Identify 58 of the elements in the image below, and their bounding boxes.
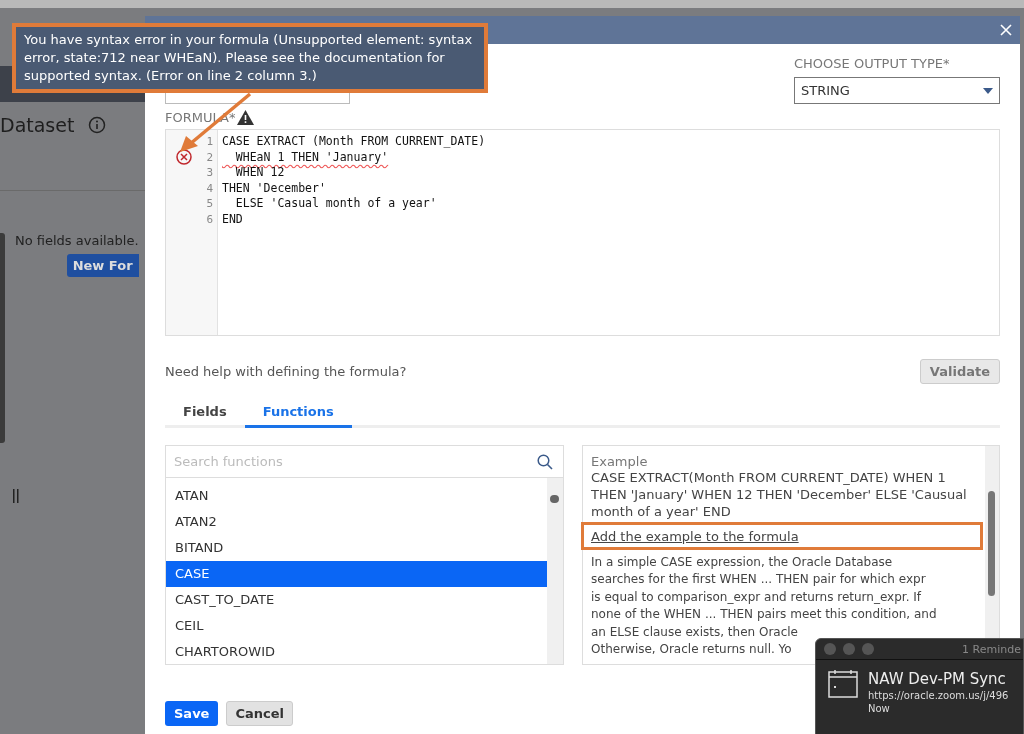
line-number: 4 bbox=[206, 181, 213, 195]
line-number: 1 bbox=[206, 135, 213, 149]
code-line: WHEN 12 bbox=[234, 165, 286, 181]
function-item[interactable]: CAST_TO_DATE bbox=[166, 587, 547, 613]
tab[interactable]: Functions bbox=[244, 398, 352, 428]
cancel-button[interactable]: Cancel bbox=[226, 701, 293, 726]
line-number: 5 bbox=[206, 197, 213, 211]
code-line: THEN 'December' bbox=[222, 180, 327, 196]
function-item[interactable]: BITAND bbox=[166, 535, 547, 561]
function-item[interactable]: ATAN bbox=[166, 483, 547, 509]
scrollbar[interactable] bbox=[547, 478, 563, 664]
example-label: Example bbox=[591, 454, 649, 469]
error-tooltip: You have syntax error in your formula (Unsupported element: syntax error, state:712 near WHEaN). Please see the documentation for supported syntax. (Error on line 2 column 3.) bbox=[12, 23, 488, 93]
function-item[interactable]: ATAN2 bbox=[166, 509, 547, 535]
caret-icon bbox=[983, 87, 993, 94]
output-type-label: CHOOSE OUTPUT TYPE* bbox=[794, 56, 951, 71]
description-line: In a simple CASE expression, the Oracle Database bbox=[591, 554, 893, 571]
description-line: an ELSE clause exists, then Oracle bbox=[591, 623, 798, 641]
search-icon[interactable] bbox=[537, 453, 553, 470]
formula-editor[interactable]: 1 2 3 4 5 6 CASE EXTRACT (Month FROM CURRENT_DATE) WHEaN 1 THEN 'January' WHEN 12 THEN 'December' ELSE 'Casual month of a year' END bbox=[165, 129, 1000, 336]
code-line: ELSE 'Casual month of a year' bbox=[234, 196, 438, 212]
scrollbar-thumb[interactable] bbox=[988, 491, 995, 596]
empty-message: No fields available. bbox=[15, 233, 139, 248]
event-title: NAW Dev-PM Sync bbox=[868, 670, 1007, 688]
line-number: 3 bbox=[206, 166, 213, 180]
drag-handle-icon[interactable] bbox=[13, 489, 19, 503]
info-icon[interactable] bbox=[88, 116, 107, 134]
code-line: WHEaN 1 THEN 'January' bbox=[234, 149, 390, 165]
description-line: Otherwise, Oracle returns null. Yo bbox=[591, 641, 792, 659]
page-title: Dataset bbox=[0, 114, 75, 136]
warning-icon bbox=[237, 110, 255, 125]
example-text: CASE EXTRACT(Month FROM CURRENT_DATE) WHEN 1 THEN 'January' WHEN 12 THEN 'December' ELSE 'Causual month of a year' END bbox=[591, 469, 968, 520]
meeting-link: https://oracle.zoom.us/j/496 bbox=[868, 690, 1009, 701]
calendar-icon bbox=[828, 670, 858, 698]
save-button[interactable]: Save bbox=[165, 701, 219, 726]
output-type-dropdown[interactable]: STRING bbox=[794, 77, 1000, 104]
description-line: searches for the first WHEN ... THEN pair for which expr bbox=[591, 571, 926, 589]
tab[interactable]: Fields bbox=[165, 398, 245, 428]
description-line: none of the WHEN ... THEN pairs meet this condition, and bbox=[591, 606, 937, 624]
function-item[interactable]: CEIL bbox=[166, 613, 547, 639]
window-control[interactable] bbox=[824, 643, 836, 655]
function-item[interactable]: CASE bbox=[166, 561, 547, 587]
code-line: END bbox=[222, 211, 244, 227]
add-example-link[interactable]: Add the example to the formula bbox=[591, 528, 799, 544]
window-control[interactable] bbox=[862, 643, 874, 655]
function-item[interactable]: CHARTOROWID bbox=[166, 639, 547, 664]
help-text: Need help with defining the formula? bbox=[165, 364, 407, 379]
code-line: CASE EXTRACT (Month FROM CURRENT_DATE) bbox=[222, 134, 486, 150]
line-number: 2 bbox=[206, 150, 213, 164]
window-control[interactable] bbox=[843, 643, 855, 655]
description-line: is equal to comparison_expr and returns return_expr. If bbox=[591, 588, 922, 606]
notification-title: 1 Reminde bbox=[962, 642, 1022, 656]
validate-button[interactable]: Validate bbox=[919, 359, 1000, 384]
event-time: Now bbox=[868, 703, 891, 714]
line-number: 6 bbox=[206, 212, 213, 226]
new-formula-button[interactable]: New For bbox=[66, 254, 139, 277]
reminder-notification[interactable]: 1 Reminde NAW Dev-PM Sync https://oracle.zoom.us/j/496 Now bbox=[815, 638, 1024, 734]
close-icon[interactable] bbox=[1000, 24, 1012, 36]
